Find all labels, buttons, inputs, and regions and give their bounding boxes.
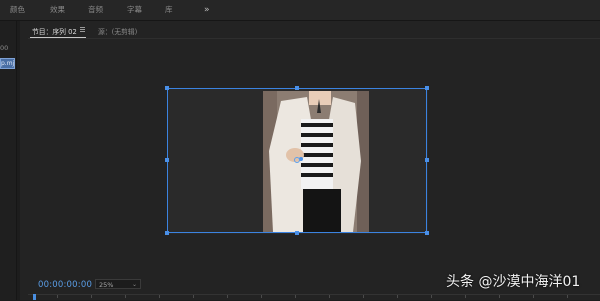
zoom-level-value: 25% — [99, 281, 114, 289]
ruler-tick — [261, 295, 262, 298]
tab-color[interactable]: 颜色 — [10, 0, 25, 20]
transform-handle-bottom-right[interactable] — [425, 231, 429, 235]
ruler-tick — [465, 295, 466, 298]
transform-handle-top[interactable] — [295, 86, 299, 90]
ruler-tick — [193, 295, 194, 298]
tab-libraries[interactable]: 库 — [165, 0, 173, 20]
tab-effects[interactable]: 效果 — [50, 0, 65, 20]
ruler-tick — [91, 295, 92, 298]
tab-captions[interactable]: 字幕 — [127, 0, 142, 20]
anchor-point-icon[interactable] — [294, 157, 300, 163]
playhead-timecode[interactable]: 00:00:00:00 — [38, 280, 92, 290]
ruler-tick — [227, 295, 228, 298]
ruler-tick — [533, 295, 534, 298]
ruler-tick — [363, 295, 364, 298]
tab-source-monitor[interactable]: 源：(无剪辑) — [98, 26, 137, 36]
hamburger-icon[interactable] — [80, 27, 85, 32]
tab-divider — [28, 38, 600, 39]
ruler-tick — [431, 295, 432, 298]
chevron-down-icon: ⌄ — [131, 281, 137, 288]
transform-handle-bottom[interactable] — [295, 231, 299, 235]
ruler-tick — [159, 295, 160, 298]
ruler-tick — [499, 295, 500, 298]
zoom-level-select[interactable]: 25% ⌄ — [95, 279, 141, 289]
project-clip-thumbnail[interactable]: p.mj — [0, 58, 15, 69]
playhead-marker[interactable] — [33, 294, 36, 300]
ruler-tick — [295, 295, 296, 298]
tab-audio[interactable]: 音频 — [88, 0, 103, 20]
workspace-tabbar: 颜色 效果 音频 字幕 库 » — [0, 0, 600, 21]
transform-handle-right[interactable] — [425, 158, 429, 162]
transform-handle-top-left[interactable] — [165, 86, 169, 90]
watermark-text: 头条 @沙漠中海洋01 — [446, 274, 581, 290]
transform-handle-left[interactable] — [165, 158, 169, 162]
more-workspaces-icon[interactable]: » — [204, 0, 210, 20]
tab-program-monitor[interactable]: 节目：序列 02 — [32, 26, 77, 36]
left-panel-timecode: 00 — [0, 44, 9, 52]
ruler-tick — [329, 295, 330, 298]
ruler-tick — [57, 295, 58, 298]
ruler-tick — [125, 295, 126, 298]
transform-handle-top-right[interactable] — [425, 86, 429, 90]
ruler-tick — [567, 295, 568, 298]
transform-handle-bottom-left[interactable] — [165, 231, 169, 235]
ruler-tick — [397, 295, 398, 298]
